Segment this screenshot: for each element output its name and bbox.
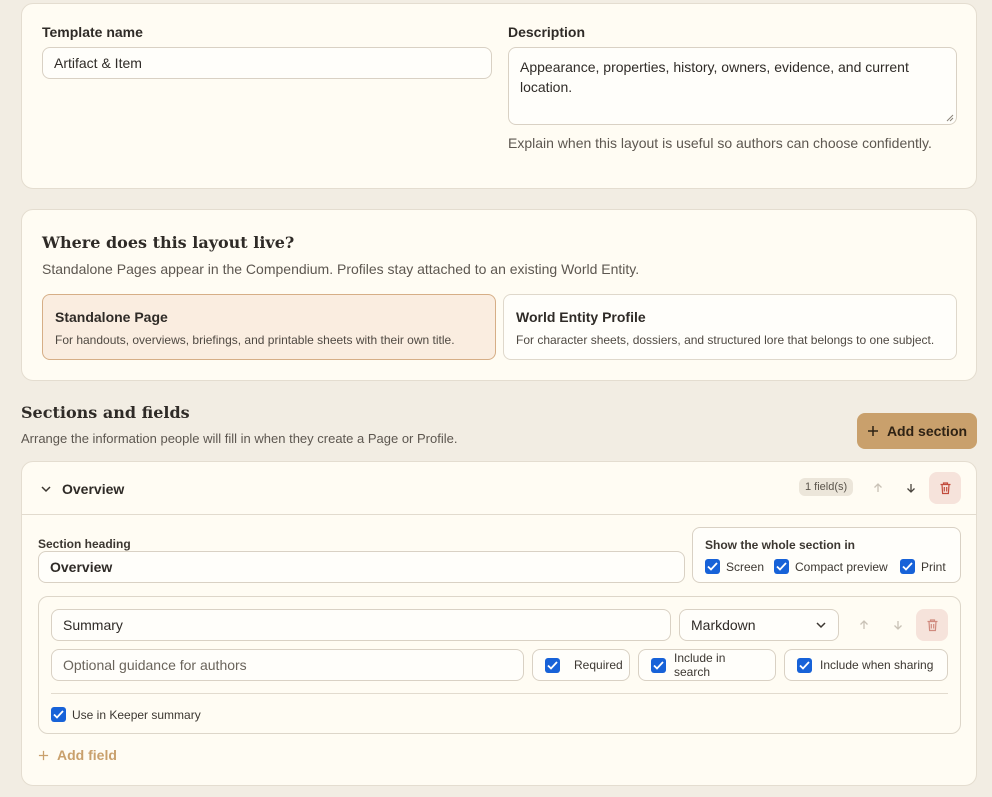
option-standalone-page[interactable]: Standalone Page For handouts, overviews,… [42, 294, 496, 360]
option-profile-desc: For character sheets, dossiers, and stru… [516, 333, 935, 347]
description-textarea[interactable]: Appearance, properties, history, owners,… [508, 47, 957, 125]
checkbox-checked-icon[interactable] [900, 559, 915, 574]
add-field-button[interactable]: Add field [38, 747, 117, 763]
move-section-up-button[interactable] [862, 472, 894, 504]
show-in-compact-label: Compact preview [795, 559, 888, 574]
field-guidance-input[interactable]: Optional guidance for authors [51, 649, 524, 681]
option-profile-title: World Entity Profile [516, 309, 646, 325]
include-in-search-toggle[interactable]: Include in search [638, 649, 776, 681]
option-standalone-desc: For handouts, overviews, briefings, and … [55, 333, 455, 347]
section-heading-input[interactable]: Overview [38, 551, 685, 583]
keeper-summary-toggle[interactable]: Use in Keeper summary [51, 707, 201, 722]
delete-section-button[interactable] [929, 472, 961, 504]
show-in-box: Show the whole section in Screen Compact… [692, 527, 961, 583]
sections-heading: Sections and fields [21, 403, 190, 422]
template-name-label: Template name [42, 24, 143, 40]
template-name-input[interactable]: Artifact & Item [42, 47, 492, 79]
show-in-print-label: Print [921, 559, 946, 574]
section-title[interactable]: Overview [62, 481, 124, 497]
checkbox-checked-icon[interactable] [797, 657, 812, 673]
field-guidance-placeholder: Optional guidance for authors [63, 657, 247, 673]
trash-icon [940, 482, 950, 495]
move-field-down-button[interactable] [882, 609, 914, 641]
layout-heading: Where does this layout live? [42, 233, 295, 252]
option-world-entity-profile[interactable]: World Entity Profile For character sheet… [503, 294, 957, 360]
required-label: Required [574, 658, 623, 672]
option-standalone-title: Standalone Page [55, 309, 168, 325]
section-card-overview: Overview 1 field(s) Section heading Over… [21, 461, 977, 786]
resize-handle-icon[interactable] [946, 114, 954, 122]
template-name-value: Artifact & Item [54, 55, 142, 71]
field-type-value: Markdown [691, 617, 756, 633]
required-toggle[interactable]: Required [532, 649, 630, 681]
show-in-screen-label: Screen [726, 559, 765, 574]
layout-location-card: Where does this layout live? Standalone … [21, 209, 977, 381]
keeper-summary-label: Use in Keeper summary [72, 707, 201, 722]
arrow-down-icon [907, 484, 915, 493]
include-when-sharing-toggle[interactable]: Include when sharing [784, 649, 948, 681]
description-hint: Explain when this layout is useful so au… [508, 135, 932, 151]
checkbox-checked-icon[interactable] [545, 657, 560, 673]
section-heading-value: Overview [50, 559, 113, 575]
show-in-print[interactable]: Print [900, 559, 946, 574]
arrow-up-icon [860, 620, 868, 629]
show-in-compact-preview[interactable]: Compact preview [774, 559, 888, 574]
checkbox-checked-icon[interactable] [51, 707, 66, 722]
add-section-label: Add section [886, 423, 968, 439]
description-label: Description [508, 24, 586, 40]
show-in-screen[interactable]: Screen [705, 559, 764, 574]
checkbox-checked-icon[interactable] [774, 559, 789, 574]
field-name-input[interactable]: Summary [51, 609, 671, 641]
layout-subtext: Standalone Pages appear in the Compendiu… [42, 261, 640, 277]
template-details-card: Template name Artifact & Item Descriptio… [21, 3, 977, 189]
checkbox-checked-icon[interactable] [651, 657, 666, 673]
plus-icon [867, 426, 878, 436]
sections-subtext: Arrange the information people will fill… [21, 431, 458, 446]
checkbox-checked-icon[interactable] [705, 559, 720, 574]
field-count-badge: 1 field(s) [799, 478, 854, 496]
add-section-button[interactable]: Add section [857, 413, 977, 449]
field-divider [51, 693, 948, 694]
chevron-down-icon [816, 622, 826, 629]
field-type-select[interactable]: Markdown [679, 609, 839, 641]
include-search-label: Include in search [674, 651, 726, 679]
description-value: Appearance, properties, history, owners,… [520, 59, 909, 95]
move-section-down-button[interactable] [895, 472, 927, 504]
arrow-down-icon [894, 621, 902, 630]
section-header-divider [22, 514, 976, 515]
arrow-up-icon [874, 483, 882, 492]
field-name-value: Summary [63, 617, 123, 633]
delete-field-button[interactable] [916, 609, 948, 641]
section-heading-label: Section heading [38, 537, 131, 551]
field-card: Summary Markdown Optional guidance for a… [38, 596, 961, 734]
move-field-up-button[interactable] [848, 609, 880, 641]
plus-icon [38, 750, 49, 760]
chevron-down-icon[interactable] [40, 484, 52, 494]
show-in-label: Show the whole section in [705, 538, 856, 552]
trash-icon [927, 619, 937, 632]
add-field-label: Add field [57, 747, 117, 763]
include-sharing-label: Include when sharing [820, 658, 934, 672]
